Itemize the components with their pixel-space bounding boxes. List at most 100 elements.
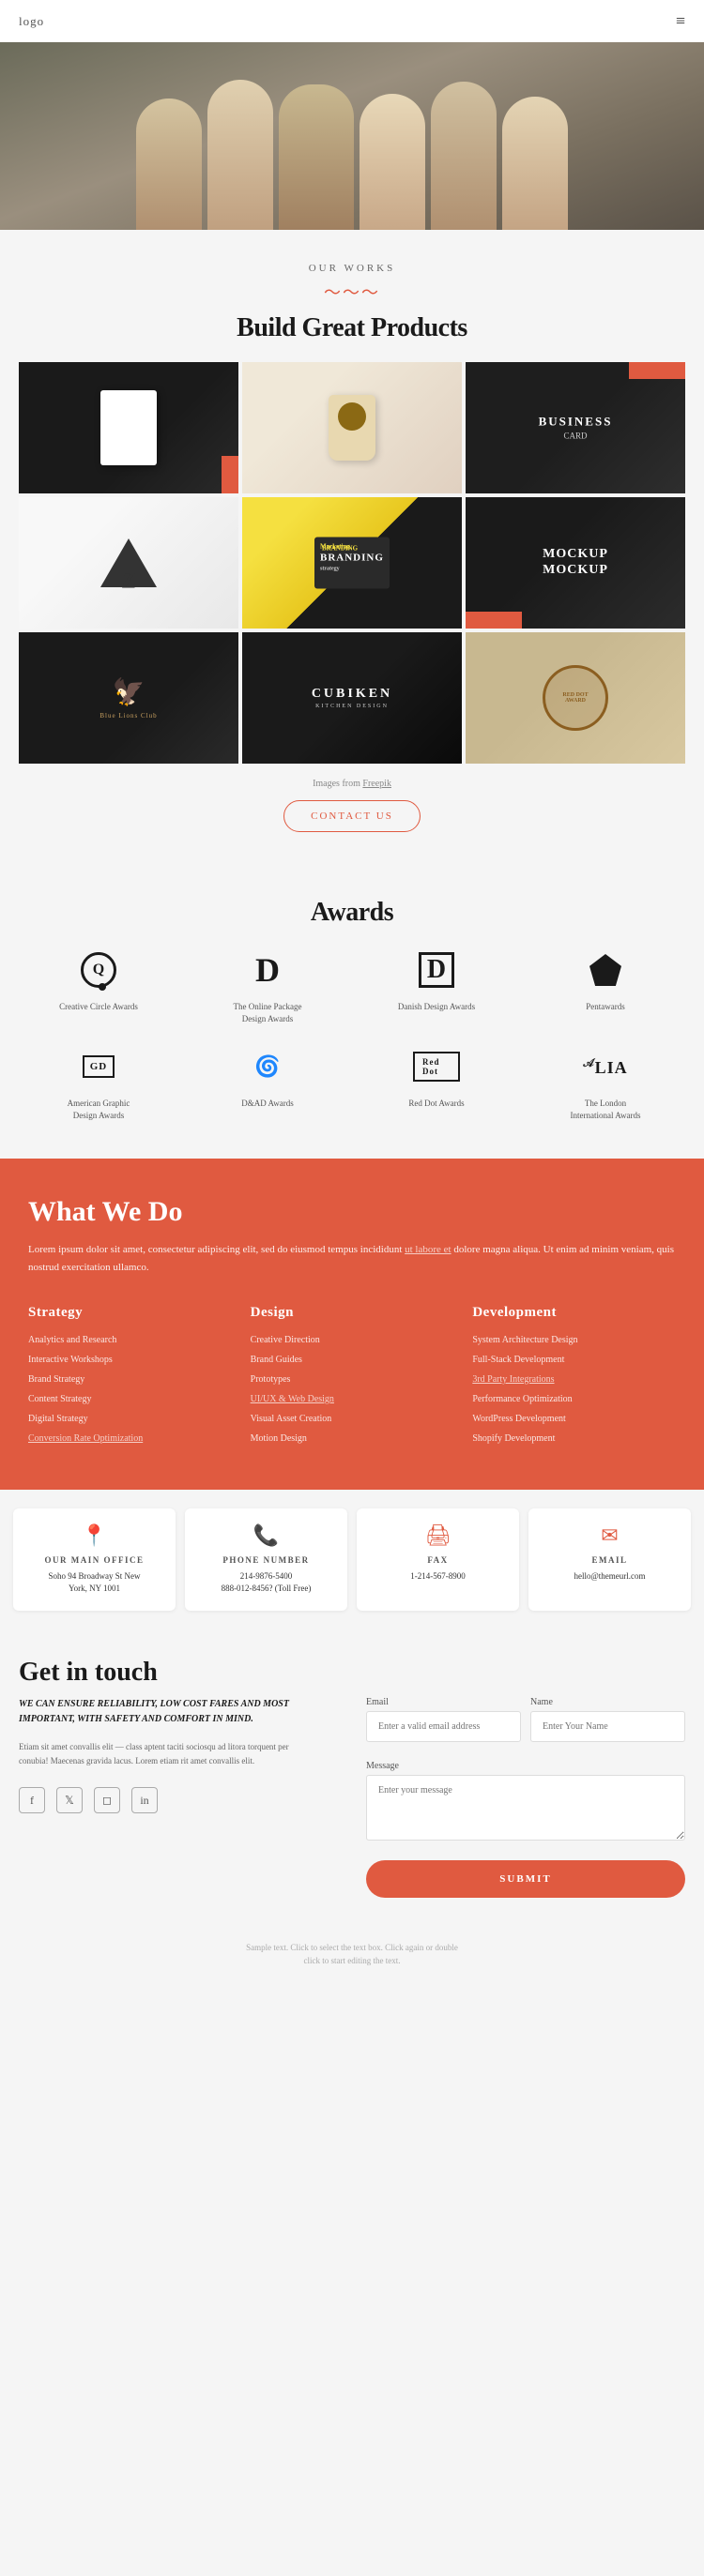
mock-card-1 xyxy=(100,390,157,465)
service-brand-strategy: Brand Strategy xyxy=(28,1373,232,1386)
mock-stamp: RED DOTAWARD xyxy=(543,665,608,731)
works-section-label: OUR WORKS xyxy=(0,263,704,274)
strategy-column: Strategy Analytics and Research Interact… xyxy=(28,1305,232,1452)
award-item-creative: Q Creative Circle Awards xyxy=(19,947,178,1024)
awards-title: Awards xyxy=(19,898,685,928)
services-grid: Strategy Analytics and Research Interact… xyxy=(28,1305,676,1452)
message-label: Message xyxy=(366,1761,685,1771)
touch-form: Email Name Message SUBMIT xyxy=(366,1697,685,1898)
award-label-dad: D&AD Awards xyxy=(241,1098,293,1110)
email-card-value: hello@themeurl.com xyxy=(538,1570,681,1583)
twitter-icon[interactable]: 𝕏 xyxy=(56,1787,83,1813)
mock-laptop: MarketingBRANDING strategy xyxy=(314,538,390,589)
what-link[interactable]: ut labore et xyxy=(405,1244,451,1255)
message-textarea[interactable] xyxy=(366,1775,685,1841)
lia-icon: 𝒜LIA xyxy=(582,1043,629,1090)
person-4 xyxy=(360,94,425,230)
freepik-link[interactable]: Freepik xyxy=(362,779,391,789)
award-item-pent: Pentawards xyxy=(526,947,685,1024)
service-3rdparty[interactable]: 3rd Party Integrations xyxy=(472,1373,676,1386)
service-uiux[interactable]: UI/UX & Web Design xyxy=(251,1393,454,1406)
facebook-icon[interactable]: f xyxy=(19,1787,45,1813)
service-perf-opt: Performance Optimization xyxy=(472,1393,676,1406)
email-group: Email xyxy=(366,1697,521,1742)
email-input[interactable] xyxy=(366,1711,521,1742)
contact-btn-wrapper: CONTACT US xyxy=(0,800,704,832)
footer-note-line2: click to start editing the text. xyxy=(304,1956,401,1965)
reddot-icon: Red Dot xyxy=(413,1043,460,1090)
office-card-title: OUR MAIN OFFICE xyxy=(23,1555,166,1565)
award-item-package: D The Online Package Design Awards xyxy=(188,947,347,1024)
what-we-do-section: What We Do Lorem ipsum dolor sit amet, c… xyxy=(0,1159,704,1489)
message-group: Message xyxy=(366,1761,685,1845)
design-column: Design Creative Direction Brand Guides P… xyxy=(251,1305,454,1452)
creative-circle-icon: Q xyxy=(75,947,122,993)
pentawards-icon xyxy=(582,947,629,993)
service-digital: Digital Strategy xyxy=(28,1413,232,1426)
instagram-icon[interactable]: ◻ xyxy=(94,1787,120,1813)
package-d-icon: D xyxy=(244,947,291,993)
touch-subtitle: WE CAN ENSURE RELIABILITY, LOW COST FARE… xyxy=(19,1697,338,1727)
person-5 xyxy=(431,82,497,230)
fax-card-title: FAX xyxy=(366,1555,510,1565)
service-fullstack: Full-Stack Development xyxy=(472,1354,676,1367)
service-creative: Creative Direction xyxy=(251,1334,454,1347)
person-3 xyxy=(279,84,354,230)
linkedin-icon[interactable]: in xyxy=(131,1787,158,1813)
mock-cubiken: CUBIKEN KITCHEN DESIGN xyxy=(312,687,392,709)
logo: logo xyxy=(19,14,44,29)
award-label-gd: American Graphic Design Awards xyxy=(56,1098,141,1121)
dev-title: Development xyxy=(472,1305,676,1321)
grid-item-2 xyxy=(242,362,462,493)
touch-layout: WE CAN ENSURE RELIABILITY, LOW COST FARE… xyxy=(19,1697,685,1898)
grid-item-7: 🦅 Blue Lions Club xyxy=(19,632,238,764)
grid-item-4: Z xyxy=(19,497,238,629)
award-label-danish: Danish Design Awards xyxy=(398,1001,475,1013)
gd-awards-icon: GD xyxy=(75,1043,122,1090)
menu-button[interactable]: ≡ xyxy=(676,11,685,31)
awards-grid: Q Creative Circle Awards D The Online Pa… xyxy=(19,947,685,1121)
contact-us-button[interactable]: CONTACT US xyxy=(283,800,421,832)
service-conversion[interactable]: Conversion Rate Optimization xyxy=(28,1432,232,1446)
grid-item-5: MarketingBRANDING strategy xyxy=(242,497,462,629)
person-6 xyxy=(502,97,568,230)
works-section: OUR WORKS 〜〜〜 Build Great Products BUSIN… xyxy=(0,263,704,832)
get-in-touch-section: Get in touch WE CAN ENSURE RELIABILITY, … xyxy=(0,1629,704,1926)
grid-item-3: BUSINESS CARD xyxy=(466,362,685,493)
award-item-lia: 𝒜LIA The London International Awards xyxy=(526,1043,685,1121)
wave-decoration: 〜〜〜 xyxy=(0,280,704,304)
red-accent-6 xyxy=(466,612,522,629)
email-icon: ✉ xyxy=(538,1523,681,1548)
award-label-creative: Creative Circle Awards xyxy=(59,1001,138,1013)
submit-button[interactable]: SUBMIT xyxy=(366,1860,685,1898)
award-label-reddot: Red Dot Awards xyxy=(408,1098,464,1110)
office-card-value: Soho 94 Broadway St NewYork, NY 1001 xyxy=(23,1570,166,1596)
award-item-dad: 🌀 D&AD Awards xyxy=(188,1043,347,1121)
award-label-package: The Online Package Design Awards xyxy=(225,1001,310,1024)
award-label-lia: The London International Awards xyxy=(563,1098,648,1121)
name-input[interactable] xyxy=(530,1711,685,1742)
service-brand-guides: Brand Guides xyxy=(251,1354,454,1367)
form-row-top: Email Name xyxy=(366,1697,685,1751)
fax-card-value: 1-214-567-8900 xyxy=(366,1570,510,1583)
location-icon: 📍 xyxy=(23,1523,166,1548)
email-label: Email xyxy=(366,1697,521,1707)
service-prototypes: Prototypes xyxy=(251,1373,454,1386)
grid-item-1 xyxy=(19,362,238,493)
social-icons: f 𝕏 ◻ in xyxy=(19,1787,338,1813)
service-wordpress: WordPress Development xyxy=(472,1413,676,1426)
dad-awards-icon: 🌀 xyxy=(244,1043,291,1090)
email-card-title: EMAIL xyxy=(538,1555,681,1565)
strategy-title: Strategy xyxy=(28,1305,232,1321)
footer-note-line1: Sample text. Click to select the text bo… xyxy=(246,1943,458,1952)
touch-description: Etiam sit amet convallis elit — class ap… xyxy=(19,1740,319,1769)
award-item-danish: D Danish Design Awards xyxy=(357,947,516,1024)
phone-card-title: PHONE NUMBER xyxy=(194,1555,338,1565)
works-title: Build Great Products xyxy=(0,313,704,343)
mock-cup xyxy=(329,395,375,461)
service-analytics: Analytics and Research xyxy=(28,1334,232,1347)
service-workshops: Interactive Workshops xyxy=(28,1354,232,1367)
name-label: Name xyxy=(530,1697,685,1707)
award-item-reddot: Red Dot Red Dot Awards xyxy=(357,1043,516,1121)
red-accent-3 xyxy=(629,362,685,379)
